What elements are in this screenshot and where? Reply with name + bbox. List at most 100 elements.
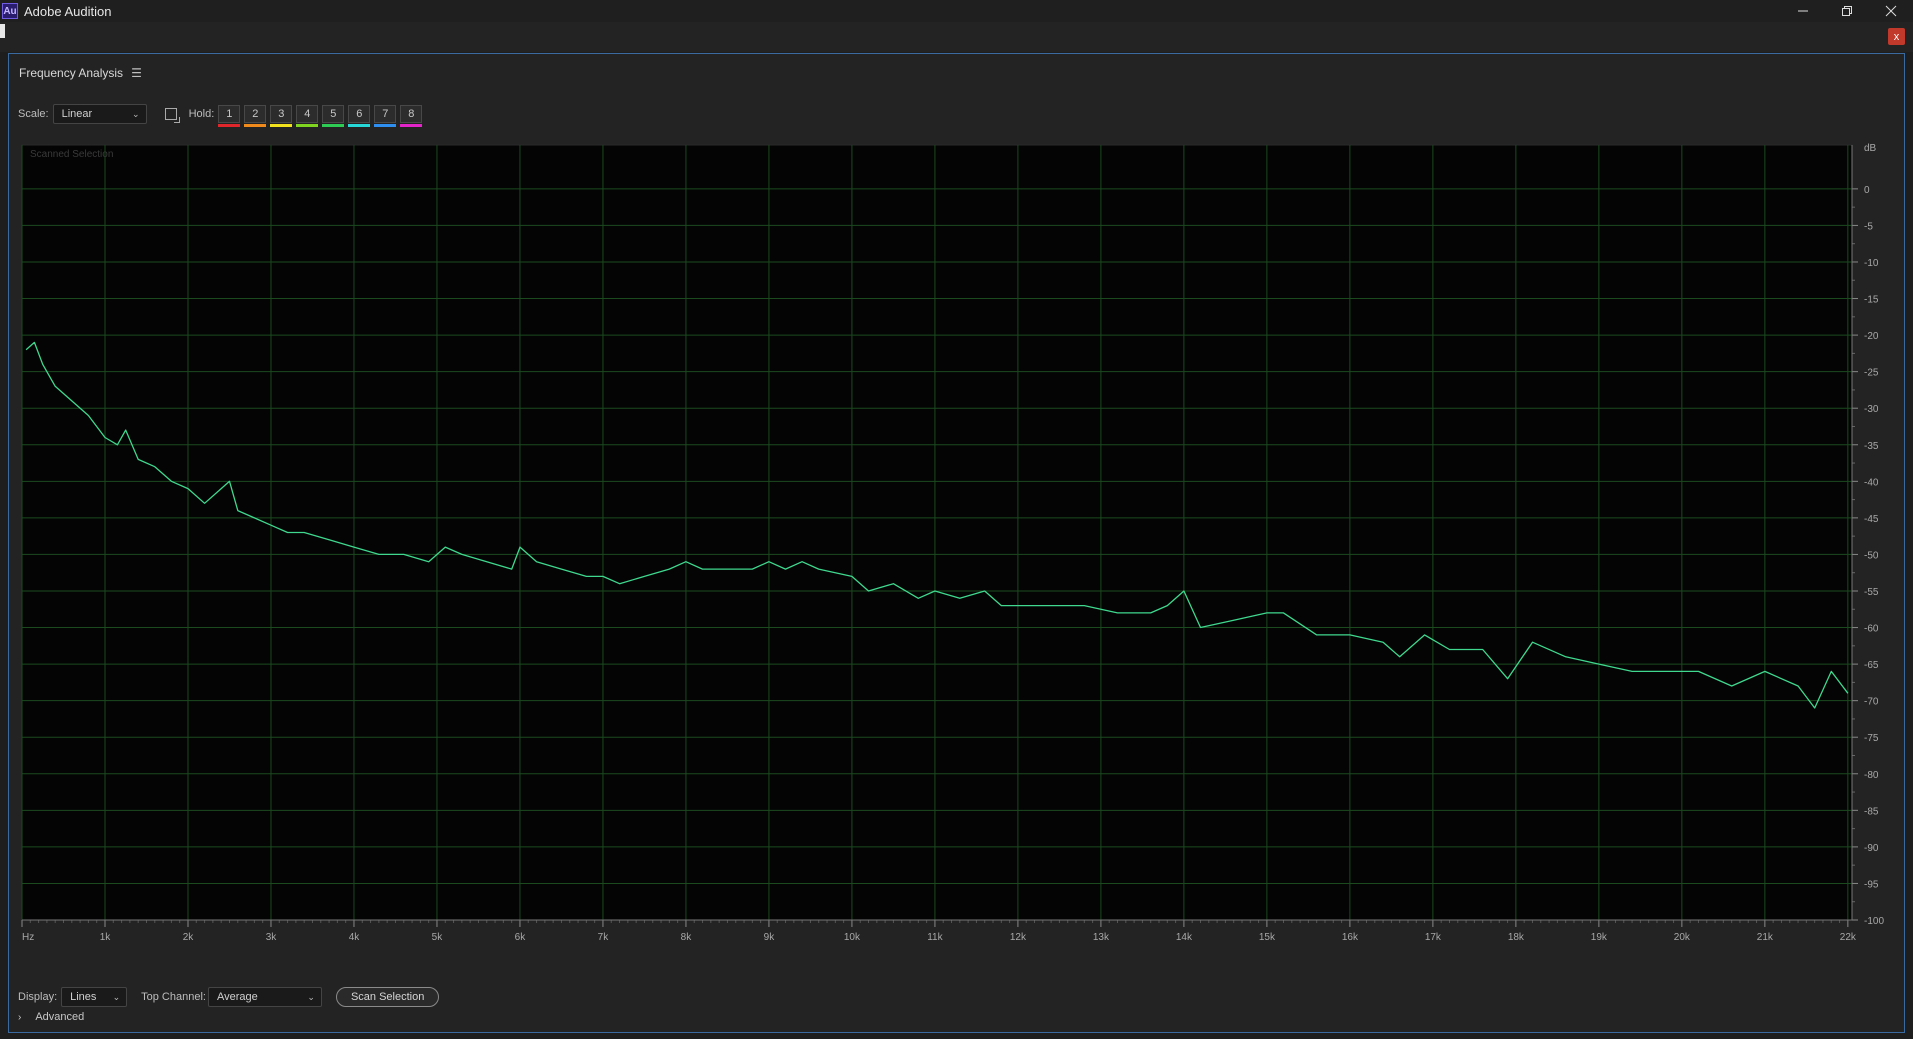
app-logo-icon: Au bbox=[2, 3, 18, 19]
hold-color-bar bbox=[348, 124, 371, 127]
bottom-controls: Display: Lines ⌄ Top Channel: Average ⌄ … bbox=[18, 987, 440, 1007]
chevron-right-icon: › bbox=[18, 1011, 22, 1023]
advanced-label: Advanced bbox=[35, 1011, 85, 1023]
y-tick-label: -25 bbox=[1864, 368, 1879, 379]
panel-header: Frequency Analysis ☰ bbox=[19, 66, 142, 80]
y-tick-label: -95 bbox=[1864, 879, 1879, 890]
y-tick-label: -35 bbox=[1864, 441, 1879, 452]
x-tick-label: Hz bbox=[22, 932, 34, 943]
y-tick-label: -75 bbox=[1864, 733, 1879, 744]
hamburger-menu-icon[interactable]: ☰ bbox=[131, 66, 142, 80]
hold-button-label: 3 bbox=[278, 108, 285, 120]
minimize-glyph bbox=[1798, 10, 1808, 12]
x-tick-label: 18k bbox=[1508, 932, 1525, 943]
y-tick-label: -50 bbox=[1864, 550, 1879, 561]
hold-button-label: 2 bbox=[252, 108, 259, 120]
top-channel-label: Top Channel: bbox=[141, 991, 206, 1003]
y-tick-label: -60 bbox=[1864, 624, 1879, 635]
x-tick-label: 12k bbox=[1010, 932, 1027, 943]
y-tick-label: -45 bbox=[1864, 514, 1879, 525]
x-tick-label: 19k bbox=[1591, 932, 1608, 943]
hold-button-2[interactable]: 2 bbox=[244, 105, 267, 127]
x-tick-label: 3k bbox=[266, 932, 278, 943]
hold-button-8[interactable]: 8 bbox=[400, 105, 423, 127]
display-dropdown[interactable]: Lines ⌄ bbox=[61, 987, 128, 1007]
top-channel-dropdown[interactable]: Average ⌄ bbox=[207, 987, 322, 1007]
x-tick-label: 22k bbox=[1840, 932, 1857, 943]
hold-button-label: 4 bbox=[304, 108, 311, 120]
x-tick-label: 5k bbox=[432, 932, 444, 943]
hold-button-1[interactable]: 1 bbox=[218, 105, 241, 127]
x-tick-label: 7k bbox=[598, 932, 610, 943]
x-tick-label: 9k bbox=[764, 932, 776, 943]
y-tick-label: -65 bbox=[1864, 660, 1879, 671]
scale-dropdown[interactable]: Linear ⌄ bbox=[52, 104, 147, 124]
y-tick-label: -70 bbox=[1864, 697, 1879, 708]
y-tick-label: -80 bbox=[1864, 770, 1879, 781]
x-tick-label: 16k bbox=[1342, 932, 1359, 943]
analysis-toolbar: Scale: Linear ⌄ Hold: 1 2 3 4 5 6 7 8 bbox=[18, 102, 426, 127]
x-tick-label: 2k bbox=[183, 932, 195, 943]
display-value: Lines bbox=[70, 991, 97, 1003]
panel-strip-marker bbox=[0, 24, 5, 38]
y-tick-label: -5 bbox=[1864, 221, 1873, 232]
x-tick-label: 20k bbox=[1674, 932, 1691, 943]
scale-label: Scale: bbox=[18, 108, 49, 120]
hold-button-label: 8 bbox=[408, 108, 415, 120]
chevron-down-icon: ⌄ bbox=[132, 108, 140, 119]
hold-button-label: 6 bbox=[356, 108, 363, 120]
restore-icon[interactable] bbox=[1825, 0, 1869, 22]
hold-button-label: 1 bbox=[226, 108, 233, 120]
scanned-selection-label: Scanned Selection bbox=[30, 149, 113, 160]
frequency-graph[interactable]: 0 -5 -10 -15 -20 -25 -30 -35 -40 -45 -50 -55 -60 -65 -… bbox=[18, 140, 1894, 960]
window-controls bbox=[1781, 0, 1913, 22]
x-tick-label: 1k bbox=[100, 932, 112, 943]
x-tick-label: 14k bbox=[1176, 932, 1193, 943]
y-tick-label: -55 bbox=[1864, 587, 1879, 598]
hold-button-6[interactable]: 6 bbox=[348, 105, 371, 127]
x-tick-label: 8k bbox=[681, 932, 693, 943]
hold-button-label: 7 bbox=[382, 108, 389, 120]
close-icon[interactable] bbox=[1869, 0, 1913, 22]
panel-tab-strip: x bbox=[0, 22, 1913, 52]
title-bar: Au Adobe Audition bbox=[0, 0, 1913, 22]
x-tick-label: 11k bbox=[927, 932, 943, 943]
chevron-down-icon: ⌄ bbox=[112, 991, 121, 1002]
close-glyph bbox=[1885, 5, 1897, 17]
panel-close-button[interactable]: x bbox=[1888, 28, 1905, 45]
hold-button-3[interactable]: 3 bbox=[270, 105, 293, 127]
hold-button-7[interactable]: 7 bbox=[374, 105, 397, 127]
minimize-icon[interactable] bbox=[1781, 0, 1825, 22]
hold-color-bar bbox=[322, 124, 345, 127]
display-label: Display: bbox=[18, 991, 58, 1003]
scan-selection-button[interactable]: Scan Selection bbox=[335, 987, 440, 1007]
hold-color-bar bbox=[218, 124, 241, 127]
x-tick-label: 17k bbox=[1425, 932, 1442, 943]
hold-color-bar bbox=[400, 124, 423, 127]
x-tick-label: 10k bbox=[844, 932, 861, 943]
hold-button-4[interactable]: 4 bbox=[296, 105, 319, 127]
frequency-graph-svg: 0 -5 -10 -15 -20 -25 -30 -35 -40 -45 -50 -55 -60 -65 -… bbox=[21, 143, 1884, 943]
y-tick-label: -90 bbox=[1864, 843, 1879, 854]
hold-color-bar bbox=[296, 124, 319, 127]
restore-glyph bbox=[1842, 6, 1852, 16]
x-tick-label: 21k bbox=[1757, 932, 1774, 943]
y-tick-label: -100 bbox=[1864, 916, 1884, 927]
hold-button-5[interactable]: 5 bbox=[322, 105, 345, 127]
y-tick-label: -85 bbox=[1864, 806, 1879, 817]
y-tick-label: -40 bbox=[1864, 477, 1879, 488]
y-tick-label: -15 bbox=[1864, 295, 1879, 306]
x-tick-label: 13k bbox=[1093, 932, 1110, 943]
panel-title: Frequency Analysis bbox=[19, 66, 124, 80]
top-channel-value: Average bbox=[216, 991, 258, 1003]
frequency-analysis-panel: Frequency Analysis ☰ Scale: Linear ⌄ Hol… bbox=[8, 53, 1905, 1033]
hold-button-label: 5 bbox=[330, 108, 337, 120]
overlay-toggle-icon[interactable] bbox=[164, 108, 180, 123]
x-tick-label: 6k bbox=[515, 932, 527, 943]
y-tick-label: 0 bbox=[1864, 185, 1870, 196]
hold-buttons-group: 1 2 3 4 5 6 7 8 bbox=[218, 105, 426, 127]
y-tick-label: -10 bbox=[1864, 258, 1879, 269]
x-tick-label: 4k bbox=[349, 932, 361, 943]
x-tick-label: 15k bbox=[1259, 932, 1276, 943]
advanced-toggle[interactable]: › Advanced bbox=[18, 1011, 84, 1023]
